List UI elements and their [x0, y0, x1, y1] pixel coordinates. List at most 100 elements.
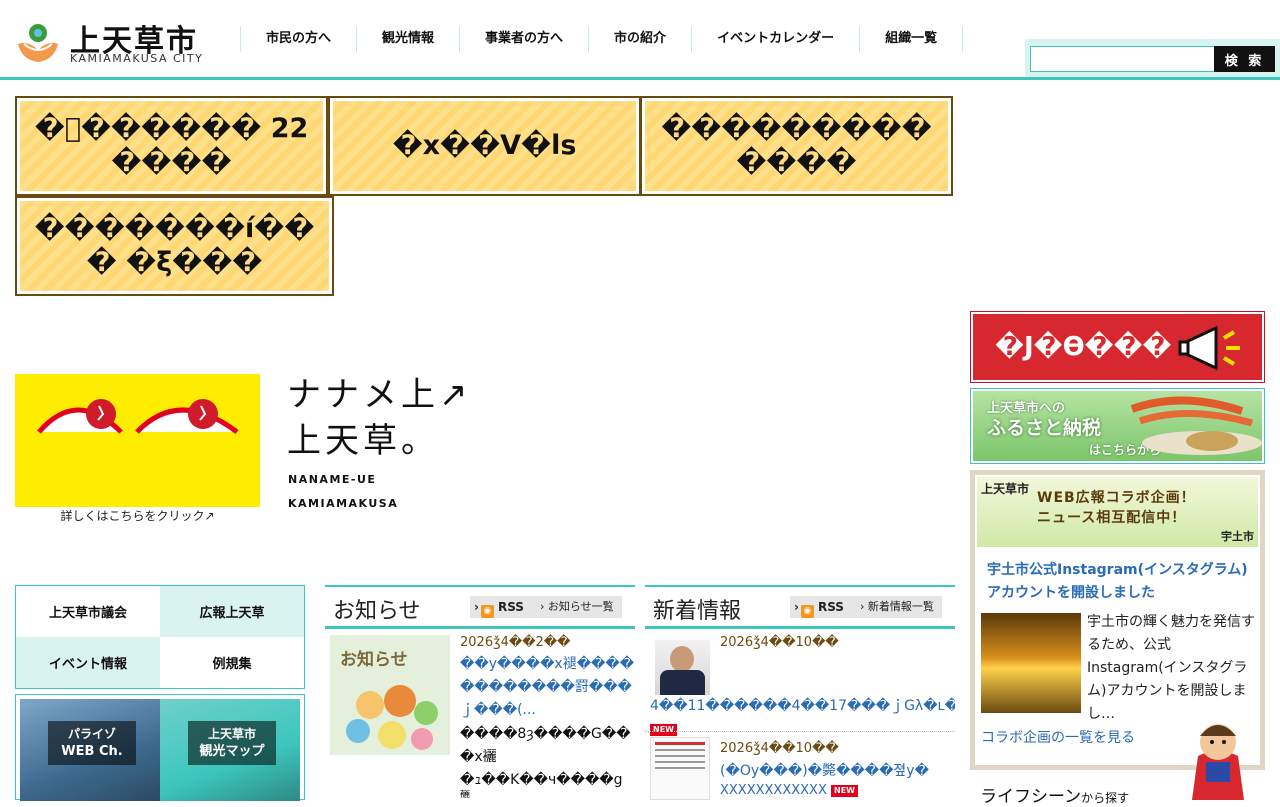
tile-label: �x��V�ls	[333, 101, 636, 191]
global-nav: 市民の方へ 観光情報 事業者の方へ 市の紹介 イベントカレンダー 組織一覧	[240, 26, 964, 52]
thumb-top: 上天草市	[207, 727, 256, 741]
alert-label: �J�ϴ���	[995, 332, 1172, 362]
alert-banner[interactable]: �J�ϴ���	[970, 311, 1265, 383]
notice-text: ����8ȝ����G�����Ш�j�	[460, 726, 631, 742]
furusato-tax-banner[interactable]: 上天草市への ふるさと納税 はこちらから	[970, 388, 1265, 464]
site-header: 上天草市 KAMIAMAKUSA CITY 市民の方へ 観光情報 事業者の方へ …	[0, 0, 1280, 80]
promo-banner[interactable]	[15, 374, 260, 507]
tourism-map-banner[interactable]: 上天草市 観光マップ	[160, 699, 300, 801]
collab-partner-label: 宇土市	[1221, 530, 1254, 543]
link-public-relations[interactable]: 広報上天草	[160, 586, 304, 637]
more-label: 新着情報一覧	[867, 600, 934, 613]
life-scene-label: ライフシーン	[980, 787, 1082, 807]
link-event-info[interactable]: イベント情報	[16, 637, 160, 688]
thumb-bottom: 観光マップ	[199, 744, 265, 759]
rss-icon: ◉	[480, 605, 494, 618]
notices-image-label: お知らせ	[340, 650, 408, 670]
slogan-sub: NANAME-UE KAMIAMAKUSA	[288, 468, 398, 516]
whatsnew-more-link[interactable]: › 新着情報一覧	[852, 596, 942, 618]
whatsnew-rss-button[interactable]: › ◉ RSS	[790, 596, 852, 618]
collab-head-line-1: WEB広報コラボ企画！	[1037, 490, 1196, 506]
eyes-illustration-icon	[37, 399, 239, 434]
sunset-photo	[981, 613, 1081, 713]
more-label: お知らせ一覧	[547, 600, 614, 613]
banner-thumbnails: パライゾ WEB Ch. 上天草市観光マップ	[15, 694, 305, 801]
collab-article-summary: 宇土市の輝く魅力を発信するため、公式Instagram(インスタグラム)アカウン…	[1087, 614, 1255, 722]
announcement-tile-1[interactable]: �ﾞ������ 22����	[15, 96, 328, 196]
whatsnew-link[interactable]: 4��11������4��17���ｊGλ�ʟ�h�ｪ��...	[650, 695, 955, 718]
city-emblem-icon	[18, 24, 58, 62]
divider	[645, 731, 955, 732]
mascot-character-icon	[1192, 724, 1244, 800]
thumb-top: パライゾ	[67, 727, 116, 741]
thumb-bottom: WEB Ch.	[61, 744, 123, 759]
notices-header: お知らせ › ◉ RSS › お知らせ一覧	[325, 585, 635, 629]
tile-label: ��������� ����	[645, 101, 948, 191]
new-badge-label: NEW	[831, 785, 858, 797]
furusato-line-2: ふるさと納税	[987, 417, 1102, 439]
notices-column: お知らせ › ◉ RSS › お知らせ一覧 お知らせ 2026ǯ4��2�� ��y…	[325, 585, 635, 800]
quick-links: 上天草市議会 広報上天草 イベント情報 例規集	[15, 585, 305, 689]
notice-date: 2026ǯ4��2��	[460, 635, 571, 650]
collab-article-link[interactable]: 宇土市公式Instagram(インスタグラム)アカウントを開設しました	[987, 559, 1252, 605]
nav-city-intro[interactable]: 市の紹介	[588, 26, 691, 52]
mayor-photo	[655, 640, 710, 695]
notices-more-link[interactable]: › お知らせ一覧	[532, 596, 622, 618]
tile-label: �������í��� �ξ���	[20, 201, 329, 291]
slogan: ナナメ上↗ 上天草。	[287, 372, 472, 464]
whatsnew-header: 新着情報 › ◉ RSS › 新着情報一覧	[645, 585, 955, 629]
collab-city-label: 上天草市	[981, 482, 1030, 496]
nav-event-calendar[interactable]: イベントカレンダー	[691, 26, 859, 52]
notice-text: �x襹	[460, 749, 497, 765]
nav-organization[interactable]: 組織一覧	[859, 26, 964, 52]
collab-head-line-2: ニュース相互配信中！	[1037, 510, 1187, 526]
slogan-line-2: 上天草。	[287, 421, 439, 461]
rss-label: RSS	[497, 600, 524, 614]
notice-link[interactable]: ��y����x褪������������罸���ｊ���(...	[460, 653, 645, 723]
slogan-sub-line-2: KAMIAMAKUSA	[288, 497, 399, 510]
slogan-line-1: ナナメ上↗	[287, 375, 472, 415]
alert-banner-inner: �J�ϴ���	[973, 314, 1262, 380]
thumb-label: 上天草市 観光マップ	[188, 721, 276, 765]
announcement-tile-3[interactable]: ��������� ����	[640, 96, 953, 196]
collab-header-banner[interactable]: 上天草市 WEB広報コラボ企画！ ニュース相互配信中！ 宇土市	[977, 477, 1258, 547]
nav-business[interactable]: 事業者の方へ	[459, 26, 588, 52]
whatsnew-link[interactable]: (�Оy���)�斃����졒y�	[720, 760, 955, 783]
news-thumbnail	[650, 737, 710, 800]
logo-subtitle: KAMIAMAKUSA CITY	[70, 52, 204, 65]
search-input[interactable]	[1030, 46, 1215, 72]
life-scene-suffix: から探す	[1081, 791, 1130, 805]
paraiso-web-channel-banner[interactable]: パライゾ WEB Ch.	[20, 699, 160, 801]
whatsnew-link-cont[interactable]: XXXXXXXXXXXX NEW	[720, 783, 955, 800]
tile-label: �ﾞ������ 22����	[20, 101, 323, 191]
slogan-sub-line-1: NANAME-UE	[288, 473, 377, 486]
whatsnew-link-sub: XXXXXXXXXXXX	[720, 783, 827, 798]
life-scene-heading: ライフシーンから探す	[980, 782, 1129, 807]
link-city-council[interactable]: 上天草市議会	[16, 586, 160, 637]
seafood-illustration-icon	[1130, 396, 1262, 455]
link-regulations[interactable]: 例規集	[160, 637, 304, 688]
notice-text: 襹	[460, 790, 470, 800]
whatsnew-date: 2026ǯ4��10��	[720, 741, 839, 756]
new-badge: NEW	[650, 718, 677, 737]
whatsnew-date: 2026ǯ4��10��	[720, 635, 839, 650]
collab-list-link[interactable]: コラボ企画の一覧を見る	[981, 727, 1135, 747]
announcement-tile-4[interactable]: �������í��� �ξ���	[15, 196, 334, 296]
search-button[interactable]: 検 索	[1214, 46, 1275, 72]
nav-citizens[interactable]: 市民の方へ	[240, 26, 356, 52]
site-logo[interactable]: 上天草市 KAMIAMAKUSA CITY	[16, 16, 216, 66]
search-box: 検 索	[1025, 39, 1280, 77]
notices-rss-button[interactable]: › ◉ RSS	[470, 596, 532, 618]
promo-caption[interactable]: 詳しくはこちらをクリック↗	[15, 507, 260, 524]
nav-tourism[interactable]: 観光情報	[356, 26, 459, 52]
furusato-banner-inner: 上天草市への ふるさと納税 はこちらから	[973, 391, 1262, 461]
notices-title: お知らせ	[333, 599, 421, 624]
rss-icon: ◉	[800, 605, 814, 618]
announcement-tile-2[interactable]: �x��V�ls	[328, 96, 641, 196]
new-badge-label: NEW	[650, 724, 677, 736]
whatsnew-column: 新着情報 › ◉ RSS › 新着情報一覧 2026ǯ4��10�� 4��11��…	[645, 585, 955, 800]
notice-text: �ｭ��K��ч����ց�����	[460, 772, 623, 788]
notices-illustration: お知らせ	[330, 635, 450, 755]
megaphone-icon	[1178, 325, 1240, 371]
thumb-label: パライゾ WEB Ch.	[48, 721, 136, 765]
